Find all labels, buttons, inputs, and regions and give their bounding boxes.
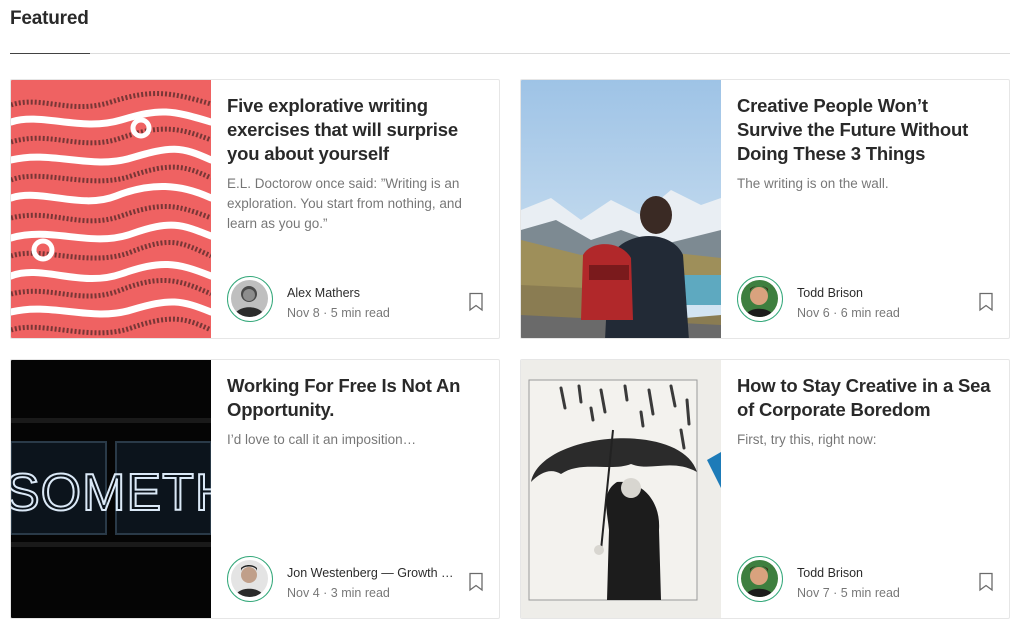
author-name[interactable]: Jon Westenberg — Growth … [287,566,454,580]
red-wavy-lines-image [11,80,211,338]
meta-separator: · [323,306,328,320]
article-title[interactable]: Creative People Won’t Survive the Future… [737,94,995,166]
article-card[interactable]: How to Stay Creative in a Sea of Corpora… [520,359,1010,619]
article-title[interactable]: Working For Free Is Not An Opportunity. [227,374,485,422]
article-subtitle[interactable]: I’d love to call it an imposition… [227,430,485,450]
avatar-ring[interactable] [737,556,783,602]
author-name[interactable]: Todd Brison [797,566,863,580]
avatar-ring[interactable] [227,556,273,602]
section-underline [10,53,90,54]
bookmark-icon[interactable] [977,292,995,312]
hiker-mountains-image [521,80,721,338]
article-subtitle[interactable]: First, try this, right now: [737,430,995,450]
avatar-ring[interactable] [227,276,273,322]
section-title: Featured [10,8,89,29]
article-title[interactable]: How to Stay Creative in a Sea of Corpora… [737,374,995,422]
post-meta: Nov 4 · 3 min read [287,586,390,600]
article-image[interactable]: SOMETHING G [11,360,211,618]
article-subtitle[interactable]: E.L. Doctorow once said: ”Writing is an … [227,174,485,234]
umbrella-man-image [521,360,721,618]
read-time: 5 min read [330,306,390,320]
post-meta: Nov 8 · 5 min read [287,306,390,320]
article-card[interactable]: SOMETHING G Working For Free Is Not An O… [10,359,500,619]
meta-separator: · [323,586,328,600]
article-image[interactable] [521,360,721,618]
post-meta: Nov 7 · 5 min read [797,586,900,600]
author-block: Alex Mathers Nov 8 · 5 min read [227,276,485,326]
read-time: 5 min read [840,586,900,600]
article-card[interactable]: Creative People Won’t Survive the Future… [520,79,1010,339]
post-date: Nov 4 [287,586,320,600]
bookmark-icon[interactable] [467,572,485,592]
author-name[interactable]: Todd Brison [797,286,863,300]
post-date: Nov 8 [287,306,320,320]
avatar[interactable] [231,280,268,317]
avatar[interactable] [741,560,778,597]
post-date: Nov 7 [797,586,830,600]
author-block: Todd Brison Nov 6 · 6 min read [737,276,995,326]
avatar-ring[interactable] [737,276,783,322]
article-title[interactable]: Five explorative writing exercises that … [227,94,485,166]
post-date: Nov 6 [797,306,830,320]
meta-separator: · [833,306,838,320]
article-image[interactable] [11,80,211,338]
read-time: 6 min read [840,306,900,320]
section-header: Featured [10,0,1010,54]
read-time: 3 min read [330,586,390,600]
meta-separator: · [833,586,838,600]
avatar[interactable] [741,280,778,317]
neon-sign-text: SOMETHING G [11,464,211,522]
article-card[interactable]: Five explorative writing exercises that … [10,79,500,339]
article-subtitle[interactable]: The writing is on the wall. [737,174,995,194]
author-block: Jon Westenberg — Growth … Nov 4 · 3 min … [227,556,485,606]
author-name[interactable]: Alex Mathers [287,286,360,300]
bookmark-icon[interactable] [467,292,485,312]
author-block: Todd Brison Nov 7 · 5 min read [737,556,995,606]
article-image[interactable] [521,80,721,338]
avatar[interactable] [231,560,268,597]
bookmark-icon[interactable] [977,572,995,592]
neon-sign-image: SOMETHING G [11,360,211,618]
post-meta: Nov 6 · 6 min read [797,306,900,320]
